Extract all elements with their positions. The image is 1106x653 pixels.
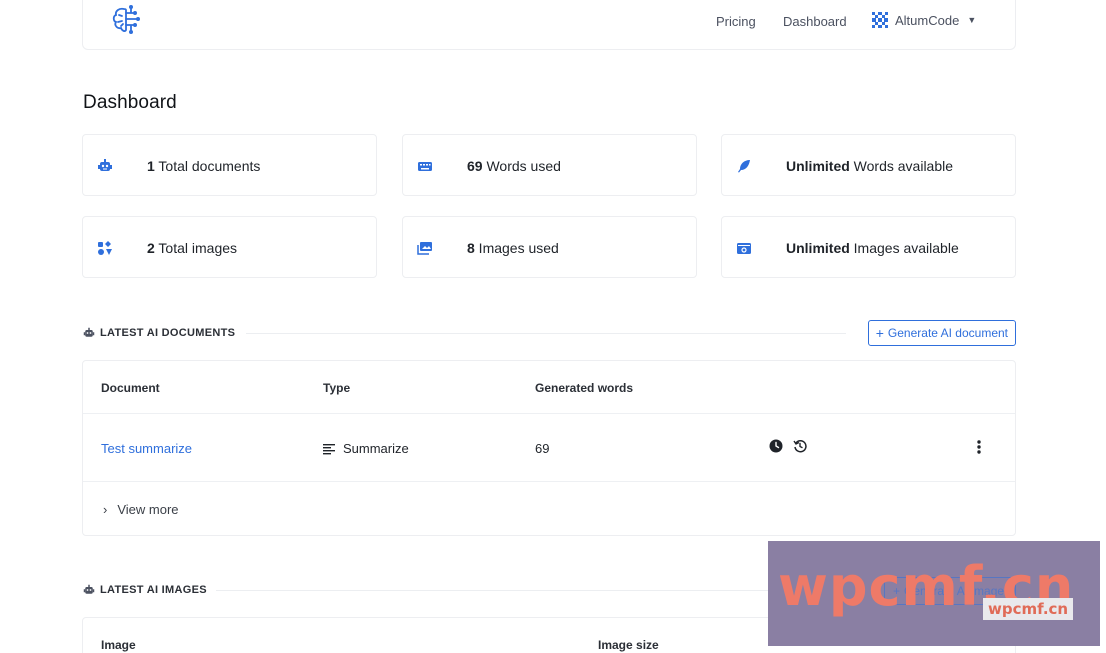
history-icon[interactable] — [793, 439, 807, 453]
column-header-image-size: Image size — [598, 638, 659, 652]
column-header-image: Image — [101, 638, 136, 652]
stat-total-images: 2 Total images — [147, 240, 238, 256]
watermark-badge: wpcmf.cn — [983, 598, 1074, 620]
view-more-link[interactable]: › View more — [103, 502, 179, 517]
stat-card-words-available: Unlimited Words available — [721, 134, 1016, 196]
robot-icon — [98, 159, 112, 171]
chevron-right-icon: › — [103, 502, 108, 517]
feather-icon — [738, 160, 750, 173]
plus-icon: + — [875, 325, 884, 341]
stat-card-images-available: Unlimited Images available — [721, 216, 1016, 278]
section-divider — [216, 590, 846, 591]
clock-icon[interactable] — [769, 439, 783, 453]
images-icon — [417, 242, 432, 255]
nav-dashboard-link[interactable]: Dashboard — [783, 14, 847, 29]
stat-card-total-documents: 1 Total documents — [82, 134, 377, 196]
table-divider — [83, 413, 1015, 414]
more-options-icon[interactable] — [973, 439, 985, 455]
documents-section-title: LATEST AI DOCUMENTS — [100, 327, 236, 339]
caret-down-icon: ▼ — [967, 15, 977, 25]
robot-icon — [83, 327, 95, 337]
generate-ai-document-label: Generate AI document — [887, 326, 1008, 340]
camera-retro-icon — [737, 243, 751, 254]
stat-images-available: Unlimited Images available — [786, 240, 959, 256]
icons-icon — [98, 241, 112, 255]
stat-words-used: 69 Words used — [467, 158, 561, 174]
row-status-icons — [769, 439, 807, 453]
top-navbar: Pricing Dashboard AltumCode ▼ — [82, 0, 1016, 50]
user-menu-dropdown[interactable]: AltumCode ▼ — [871, 11, 976, 29]
generate-ai-document-button[interactable]: + Generate AI document — [867, 320, 1016, 346]
stat-card-images-used: 8 Images used — [402, 216, 697, 278]
document-type-label: Summarize — [343, 441, 409, 456]
stat-words-available: Unlimited Words available — [786, 158, 954, 174]
stat-images-used: 8 Images used — [467, 240, 559, 256]
stat-card-total-images: 2 Total images — [82, 216, 377, 278]
user-name: AltumCode — [895, 12, 960, 28]
images-section-title: LATEST AI IMAGES — [100, 584, 207, 596]
column-header-generated-words: Generated words — [535, 381, 634, 395]
stat-total-documents: 1 Total documents — [147, 158, 261, 174]
table-divider — [83, 481, 1015, 482]
document-type: Summarize — [323, 441, 409, 456]
stat-card-words-used: 69 Words used — [402, 134, 697, 196]
view-more-label: View more — [117, 502, 179, 517]
section-divider — [246, 333, 846, 334]
documents-table: Document Type Generated words Test summa… — [82, 360, 1016, 536]
document-words: 69 — [535, 441, 550, 456]
brain-circuit-logo-icon[interactable] — [109, 2, 143, 38]
keyboard-icon — [418, 162, 432, 171]
watermark-overlay: + Generate AI image wpcmf.cn wpcmf.cn — [768, 541, 1100, 646]
column-header-document: Document — [101, 381, 160, 395]
align-left-icon — [323, 443, 335, 454]
document-link[interactable]: Test summarize — [101, 441, 192, 456]
avatar — [872, 12, 888, 28]
documents-section-header: LATEST AI DOCUMENTS + Generate AI docume… — [83, 320, 1016, 346]
page-title: Dashboard — [83, 92, 177, 113]
robot-icon — [83, 584, 95, 594]
nav-pricing-link[interactable]: Pricing — [716, 14, 756, 29]
column-header-type: Type — [323, 381, 351, 395]
